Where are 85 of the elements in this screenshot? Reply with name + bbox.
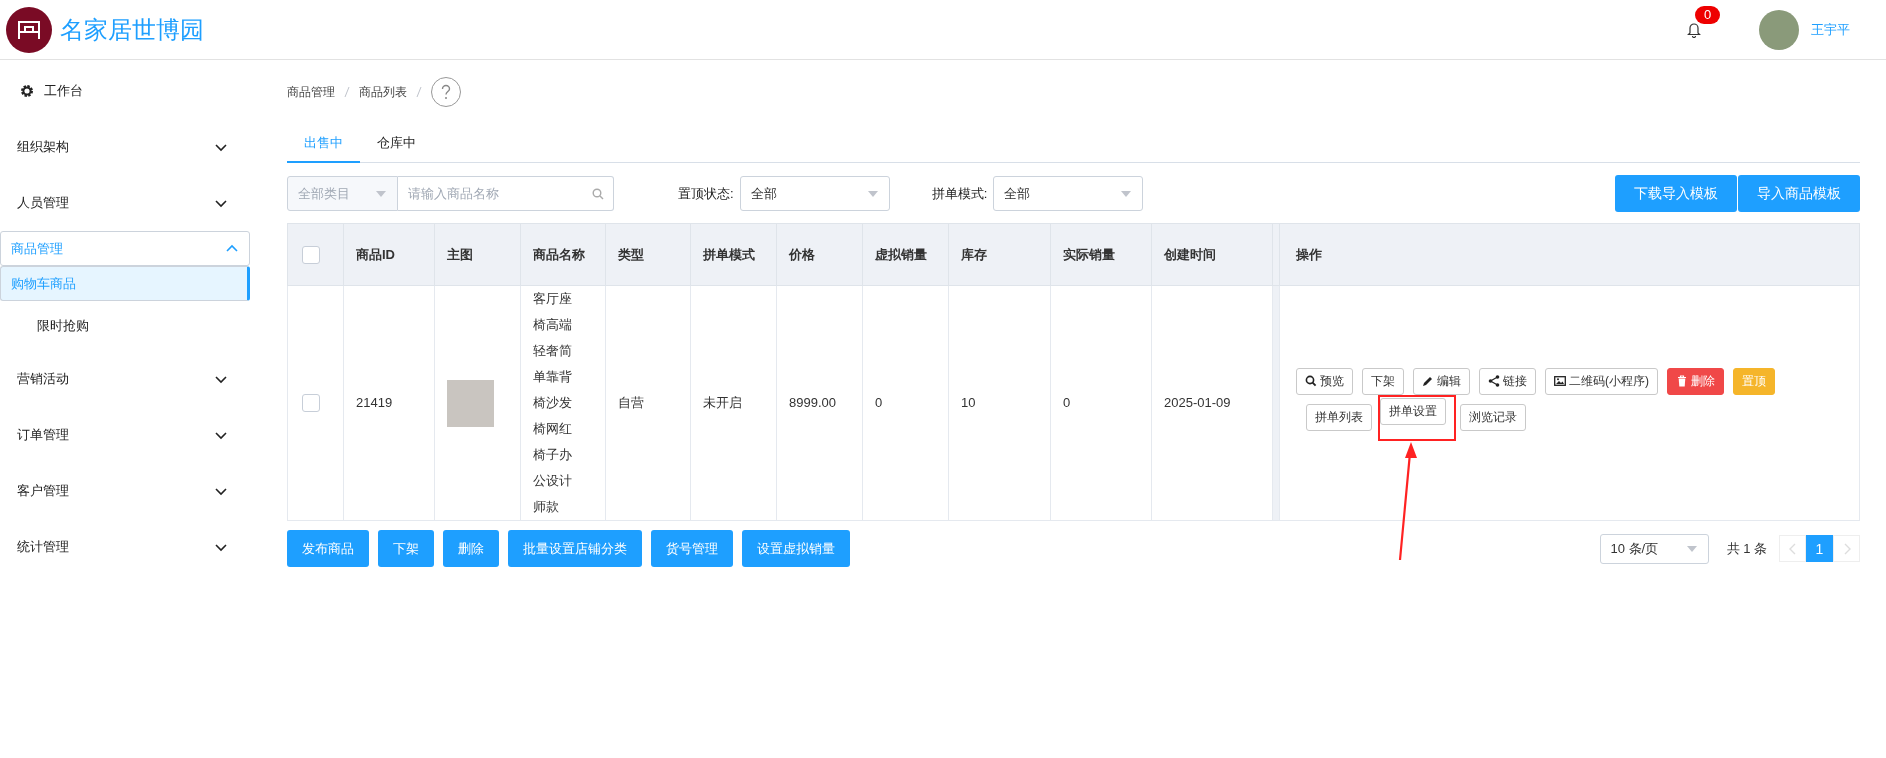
caret-down-icon (866, 188, 879, 199)
photo-placeholder (447, 379, 494, 427)
row-checkbox[interactable] (302, 394, 320, 412)
sidebar-menu-item[interactable]: 订单管理 (0, 407, 250, 463)
bed-icon (17, 19, 41, 40)
filter-label: 拼单模式: (931, 184, 988, 203)
question-mark-icon (441, 84, 451, 100)
tab[interactable]: 仓库中 (360, 124, 433, 161)
filter-select[interactable]: 全部 (739, 176, 890, 211)
table-cell: 2025-01-09 (1164, 395, 1231, 410)
action-button[interactable]: 浏览记录 (1460, 404, 1526, 431)
slash-icon (416, 86, 422, 98)
slash-icon (344, 86, 350, 98)
sidebar-menu-item[interactable]: 客户管理 (0, 463, 250, 519)
search-icon (592, 188, 604, 200)
menu-label: 客户管理 (17, 482, 69, 500)
gear-icon (20, 84, 34, 98)
menu-label: 工作台 (44, 82, 83, 100)
column-header: 商品名称 (520, 223, 606, 286)
sidebar-menu-item[interactable]: 人员管理 (0, 175, 250, 231)
select-value: 全部 (1004, 184, 1031, 203)
app-title: 名家居世博园 (60, 14, 204, 45)
column-header: 主图 (434, 223, 521, 286)
image-icon (1554, 375, 1566, 387)
table-cell: 21419 (356, 395, 393, 410)
column-header: 虚拟销量 (862, 223, 949, 286)
previous-page-button[interactable] (1779, 535, 1806, 562)
share-icon (1488, 375, 1500, 387)
select-value: 全部类目 (298, 184, 350, 203)
table-cell: 未开启 (703, 395, 742, 410)
column-header: 操作 (1279, 223, 1860, 286)
action-button[interactable]: 链接 (1479, 367, 1536, 395)
sidebar-menu-item[interactable]: 组织架构 (0, 119, 250, 175)
breadcrumb-link[interactable]: 商品管理 (287, 83, 335, 101)
menu-label: 人员管理 (17, 194, 69, 212)
column-header: 实际销量 (1050, 223, 1152, 286)
menu-label: 商品管理 (11, 239, 63, 258)
action-button[interactable]: 二维码(小程序) (1545, 367, 1658, 395)
caret-down-icon (375, 188, 387, 199)
search-field[interactable]: 请输入商品名称 (398, 176, 614, 211)
avatar (1759, 9, 1799, 50)
page-size-select[interactable]: 10 条/页 (1599, 533, 1709, 564)
sidebar-menu-item[interactable]: 统计管理 (0, 519, 250, 575)
table-cell: 自营 (618, 395, 644, 410)
menu-label: 营销活动 (17, 370, 69, 388)
menu-label: 统计管理 (17, 538, 69, 556)
search-icon (1305, 375, 1317, 387)
table-cell-text: 8999.00 (789, 394, 837, 412)
menu-label: 组织架构 (17, 138, 69, 156)
column-header: 库存 (948, 223, 1051, 286)
action-button[interactable]: 下架 (1362, 367, 1404, 395)
action-button[interactable]: 编辑 (1413, 367, 1470, 395)
action-button[interactable]: 拼单列表 (1306, 404, 1372, 431)
chevron-left-icon (1788, 542, 1797, 555)
total-count: 共 1 条 (1726, 539, 1767, 558)
filter-label: 置顶状态: (678, 184, 734, 203)
menu-label: 订单管理 (17, 426, 69, 444)
dashboard-menu-item[interactable]: 工作台 (0, 63, 250, 119)
table-cell: 10 (961, 395, 976, 410)
column-header: 创建时间 (1151, 223, 1273, 286)
column-header: 价格 (776, 223, 863, 286)
chevron-right-icon (1842, 542, 1851, 555)
pencil-icon (1422, 375, 1434, 387)
column-header: 拼单模式 (690, 223, 777, 286)
bell-icon (1687, 21, 1701, 38)
notification-badge: 0 (1695, 5, 1721, 24)
column-header: 类型 (605, 223, 691, 286)
select-value: 10 条/页 (1610, 539, 1659, 558)
submenu-item[interactable]: 限时抢购 (0, 301, 250, 351)
action-button[interactable]: 预览 (1296, 367, 1353, 395)
select-value: 全部 (750, 184, 777, 203)
column-header: 商品ID (343, 223, 435, 286)
action-button[interactable]: 删除 (1667, 367, 1724, 395)
sidebar-menu-item[interactable]: 营销活动 (0, 351, 250, 407)
filter-select[interactable]: 全部 (993, 176, 1144, 211)
action-button[interactable]: 拼单设置 (1380, 397, 1446, 425)
table-cell-text: 客厅座椅高端轻奢简单靠背椅沙发椅网红椅子办公设计师款 (533, 290, 573, 516)
caret-down-icon (1120, 188, 1133, 199)
trash-icon (1676, 375, 1688, 387)
table-cell: 0 (875, 395, 883, 410)
next-page-button[interactable] (1833, 535, 1860, 562)
select-all-checkbox[interactable] (302, 245, 320, 264)
table-cell: 0 (1063, 395, 1071, 410)
caret-down-icon (1685, 543, 1698, 554)
breadcrumb-link[interactable]: 商品列表 (359, 83, 407, 101)
